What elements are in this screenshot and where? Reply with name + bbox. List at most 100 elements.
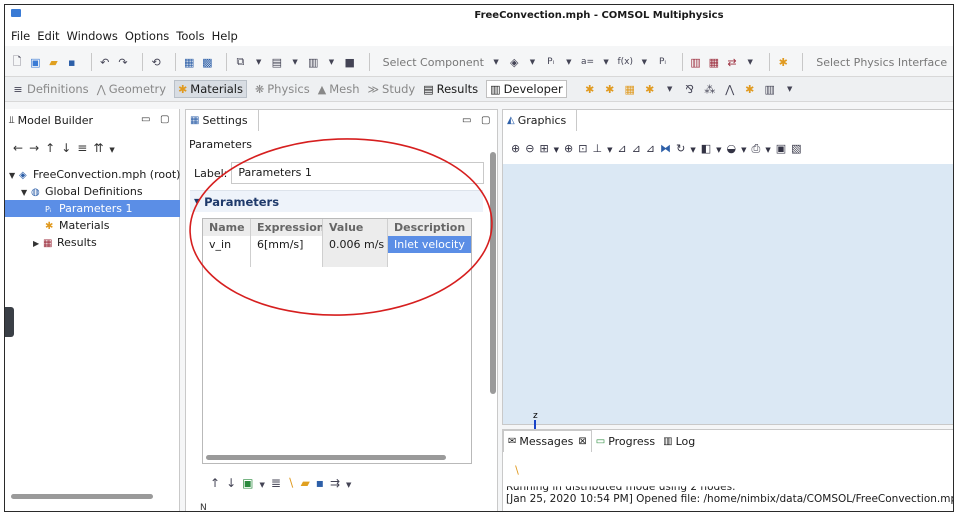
- scene-light-icon[interactable]: ◒: [727, 142, 742, 155]
- ribbon-tab-study[interactable]: ≫ Study: [368, 82, 416, 96]
- table-horizontal-scrollbar[interactable]: [206, 455, 446, 460]
- add-row-icon[interactable]: ▣: [242, 476, 259, 490]
- tree-item-results[interactable]: ▶ ▦ Results: [5, 234, 180, 251]
- layered-material-icon[interactable]: ✱: [643, 82, 657, 96]
- dropdown-arrow-icon[interactable]: ▼: [526, 55, 538, 69]
- zoom-box-icon[interactable]: ⊞: [539, 142, 553, 155]
- dropdown-arrow-icon[interactable]: ▼: [563, 55, 575, 69]
- revert-icon[interactable]: ⟲: [150, 55, 162, 69]
- horizontal-scrollbar[interactable]: [11, 494, 153, 499]
- extra-tools-icon[interactable]: ▥: [763, 82, 777, 96]
- variables-icon[interactable]: ▥: [307, 55, 319, 69]
- definitions-add-icon[interactable]: ▤: [271, 55, 283, 69]
- parameter-case-icon[interactable]: Pᵢ: [656, 55, 668, 69]
- maximize-icon[interactable]: ▢: [160, 114, 169, 125]
- forward-arrow-icon[interactable]: →: [29, 141, 45, 155]
- show-icon[interactable]: ≡: [77, 141, 93, 155]
- save-to-file-icon[interactable]: ▪: [316, 476, 330, 490]
- material-link-icon[interactable]: ⁂: [703, 82, 717, 96]
- column-header-name[interactable]: Name: [203, 219, 251, 236]
- select-component-dropdown[interactable]: Select Component: [383, 56, 484, 69]
- more-tools-icon[interactable]: ▧: [791, 142, 806, 155]
- collapse-arrow-icon[interactable]: ▶: [33, 235, 43, 252]
- print-icon[interactable]: ⎙: [752, 142, 766, 155]
- settings-vertical-scrollbar[interactable]: [490, 152, 496, 394]
- menu-options[interactable]: Options: [125, 27, 169, 46]
- menu-help[interactable]: Help: [212, 27, 238, 46]
- parameter-icon[interactable]: Pᵢ: [545, 55, 557, 69]
- dropdown-arrow-icon[interactable]: ▼: [253, 55, 265, 69]
- dropdown-arrow-icon[interactable]: ▼: [690, 146, 700, 154]
- component-couplings-icon[interactable]: ⇄: [726, 55, 738, 69]
- tree-item-materials[interactable]: ✱ Materials: [5, 217, 180, 234]
- go-to-view-icon[interactable]: ⧓: [660, 142, 676, 155]
- undo-icon[interactable]: ↶: [99, 55, 111, 69]
- dropdown-arrow-icon[interactable]: ▼: [744, 55, 756, 69]
- model-builder-tab[interactable]: ⫫ Model Builder: [5, 109, 103, 131]
- clear-table-icon[interactable]: ≣: [271, 476, 287, 490]
- dropdown-arrow-icon[interactable]: ▼: [663, 82, 677, 96]
- geometry-tools-icon[interactable]: ◈: [508, 55, 520, 69]
- label-input[interactable]: Parameters 1: [231, 162, 485, 184]
- graphics-tab[interactable]: ◭ Graphics: [502, 109, 578, 131]
- redo-icon[interactable]: ↷: [117, 55, 129, 69]
- layer-icon[interactable]: ⋀: [723, 82, 737, 96]
- side-panel-grip[interactable]: [5, 307, 14, 337]
- column-header-value[interactable]: Value: [323, 219, 388, 236]
- import-icon[interactable]: ⇉: [330, 476, 346, 490]
- select-physics-dropdown[interactable]: Select Physics Interface: [816, 56, 947, 69]
- dropdown-arrow-icon[interactable]: ▼: [607, 146, 617, 154]
- settings-tab[interactable]: ▦ Settings: [185, 109, 259, 131]
- zoom-selection-icon[interactable]: ⊡: [578, 142, 592, 155]
- tab-messages[interactable]: ✉ Messages ⊠: [503, 430, 592, 452]
- view-zx-icon[interactable]: ⊿: [646, 142, 660, 155]
- ribbon-menu-icon[interactable]: ≡: [11, 82, 25, 96]
- ribbon-tab-developer[interactable]: ▥ Developer: [486, 80, 567, 98]
- dropdown-arrow-icon[interactable]: ▼: [325, 55, 337, 69]
- move-up-icon[interactable]: ↑: [210, 476, 226, 490]
- dropdown-arrow-icon[interactable]: ▼: [346, 481, 357, 489]
- menu-windows[interactable]: Windows: [67, 27, 118, 46]
- function-icon[interactable]: f(x): [617, 55, 633, 69]
- clear-icon[interactable]: ∖: [287, 476, 301, 490]
- model-wizard-icon[interactable]: ▣: [29, 55, 41, 69]
- back-arrow-icon[interactable]: ←: [13, 141, 29, 155]
- minimize-icon[interactable]: ▭: [462, 115, 471, 126]
- dropdown-arrow-icon[interactable]: ▼: [109, 146, 120, 154]
- dropdown-arrow-icon[interactable]: ▼: [259, 481, 270, 489]
- menu-tools[interactable]: Tools: [176, 27, 204, 46]
- dropdown-arrow-icon[interactable]: ▼: [765, 146, 775, 154]
- sort-icon[interactable]: ⇈: [93, 141, 109, 155]
- zoom-out-icon[interactable]: ⊖: [525, 142, 539, 155]
- material-switch-icon[interactable]: ⅋: [683, 82, 697, 96]
- column-header-expression[interactable]: Expression: [251, 219, 323, 236]
- ribbon-tab-mesh[interactable]: ▲ Mesh: [318, 82, 360, 96]
- reset-view-icon[interactable]: ↻: [676, 142, 690, 155]
- move-up-icon[interactable]: ↑: [45, 141, 61, 155]
- view-axes-icon[interactable]: ⊥: [592, 142, 607, 155]
- blank-material-icon[interactable]: ✱: [583, 82, 597, 96]
- add-material-icon[interactable]: ✱: [777, 55, 789, 69]
- save-icon[interactable]: ▪: [66, 55, 78, 69]
- add-material-ribbon-icon[interactable]: ✱: [603, 82, 617, 96]
- component-add-icon[interactable]: ⧉: [234, 55, 246, 69]
- load-from-file-icon[interactable]: ▰: [301, 476, 316, 490]
- ribbon-tab-geometry[interactable]: ⋀ Geometry: [97, 82, 166, 96]
- tree-item-global-definitions[interactable]: ▼ ◍ Global Definitions: [5, 183, 180, 200]
- cell-name[interactable]: v_in: [203, 236, 251, 253]
- ribbon-tab-results[interactable]: ▤ Results: [423, 82, 478, 96]
- image-snapshot-icon[interactable]: ▣: [776, 142, 791, 155]
- cell-description[interactable]: Inlet velocity: [388, 236, 471, 253]
- variable-icon[interactable]: a=: [581, 55, 594, 69]
- material-library-icon[interactable]: ▦: [708, 55, 720, 69]
- expand-arrow-icon[interactable]: ▼: [194, 197, 200, 206]
- move-down-icon[interactable]: ↓: [61, 141, 77, 155]
- column-header-description[interactable]: Description: [388, 219, 471, 236]
- select-mode-icon[interactable]: ◧: [701, 142, 716, 155]
- clear-messages-icon[interactable]: ∖: [513, 464, 520, 477]
- expand-arrow-icon[interactable]: ▼: [9, 167, 19, 184]
- parameters-section-header[interactable]: ▼ Parameters: [190, 190, 483, 212]
- menu-edit[interactable]: Edit: [37, 27, 59, 46]
- cell-expression[interactable]: 6[mm/s]: [251, 236, 323, 253]
- tree-item-root[interactable]: ▼ ◈ FreeConvection.mph (root): [5, 166, 180, 183]
